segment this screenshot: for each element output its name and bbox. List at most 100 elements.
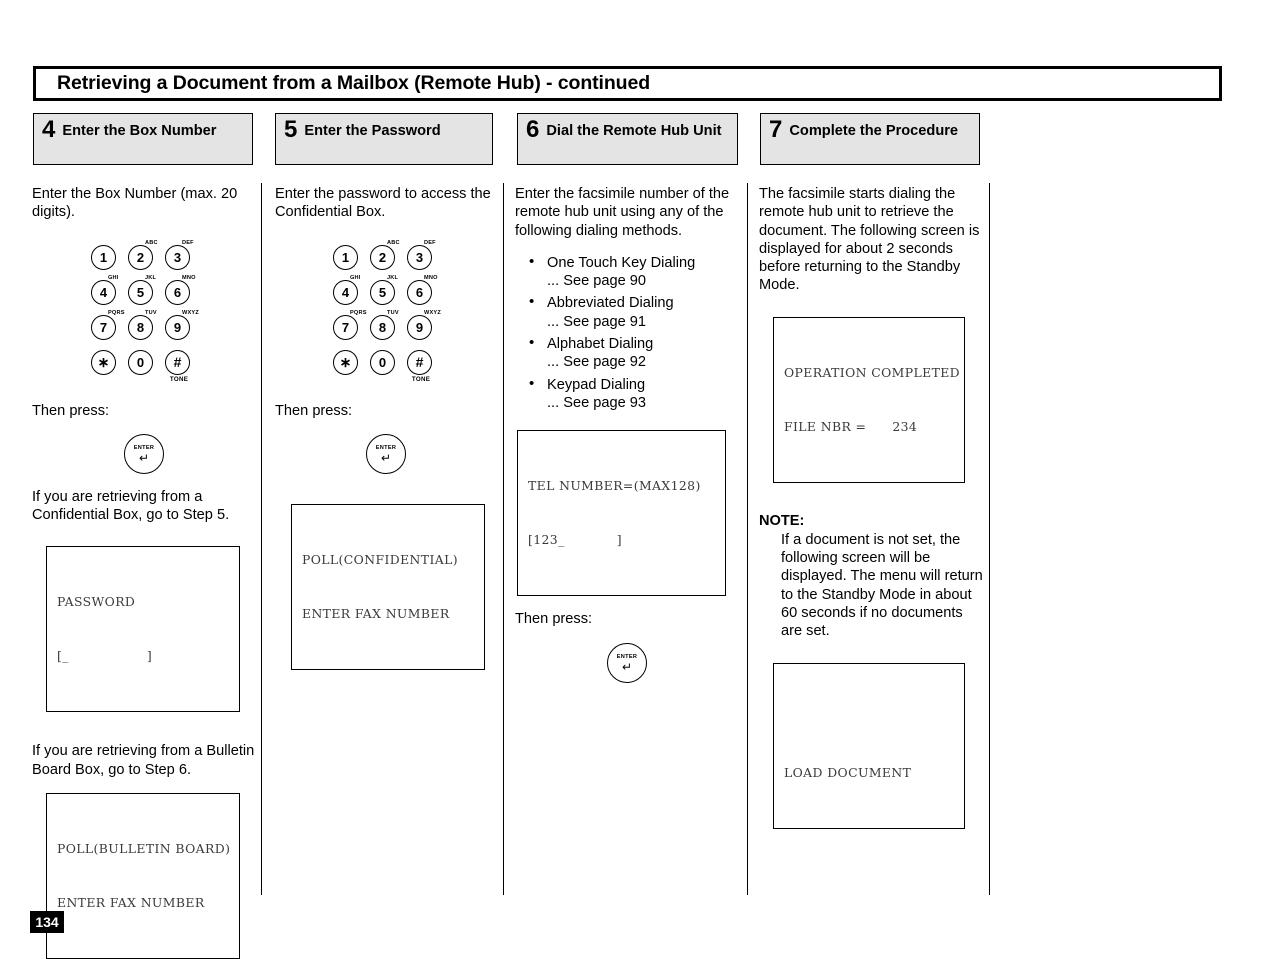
keypad-key-8[interactable]: 8 TUV <box>367 310 402 345</box>
step-header-7: 7 Complete the Procedure <box>760 113 980 165</box>
then-press-label: Then press: <box>32 402 110 419</box>
step4-bulletin-text: If you are retrieving from a Bulletin Bo… <box>32 743 255 778</box>
list-item: • Alphabet Dialing ... See page 92 <box>515 334 741 372</box>
key-label: 3 <box>165 244 190 270</box>
method-reference: ... See page 90 <box>547 273 646 290</box>
lcd-line-1: TEL NUMBER=(MAX128) <box>528 478 701 494</box>
then-press-label: Then press: <box>515 611 593 628</box>
key-letters-label: GHI <box>108 274 119 281</box>
keypad-key-2[interactable]: 2 ABC <box>367 240 402 275</box>
keypad-key-4[interactable]: 4 GHI <box>88 275 123 310</box>
keypad-key-9[interactable]: 9 WXYZ <box>162 310 199 345</box>
keypad-key-6[interactable]: 6 MNO <box>404 275 439 310</box>
keypad-key-6[interactable]: 6 MNO <box>162 275 197 310</box>
keypad-key-star[interactable]: ∗ <box>330 345 365 380</box>
step7-intro-text: The facsimile starts dialing the remote … <box>759 186 980 294</box>
method-reference: ... See page 92 <box>547 354 646 371</box>
keypad-row: 4 GHI 5 JKL 6 MNO <box>330 275 442 310</box>
keypad-row: 1 2 ABC 3 DEF <box>330 240 442 275</box>
list-item: • One Touch Key Dialing ... See page 90 <box>515 252 741 291</box>
keypad-key-9[interactable]: 9 WXYZ <box>404 310 441 345</box>
bullet-dot-icon: • <box>529 374 535 392</box>
keypad-key-0[interactable]: 0 <box>367 345 402 380</box>
bullet-dot-icon: • <box>529 252 535 270</box>
lcd-line-1: PASSWORD <box>57 594 136 610</box>
keypad-key-7[interactable]: 7 PQRS <box>330 309 367 345</box>
keypad-key-1[interactable]: 1 <box>88 240 123 275</box>
step-title: Enter the Box Number <box>62 123 217 139</box>
keypad-key-5[interactable]: 5 JKL <box>367 275 402 310</box>
enter-key-icon[interactable]: ENTER ↵ <box>124 433 164 474</box>
key-label: 0 <box>128 349 153 375</box>
key-label: 7 <box>333 314 358 340</box>
key-label: 2 <box>370 244 395 270</box>
key-letters-label: PQRS <box>108 309 125 316</box>
step6-intro-text: Enter the facsimile number of the remote… <box>515 186 730 239</box>
key-label: 8 <box>370 314 395 340</box>
note-label: NOTE: <box>759 512 805 529</box>
step4-confidential-text: If you are retrieving from a Confidentia… <box>32 488 230 524</box>
method-name: One Touch Key Dialing <box>547 254 696 271</box>
keypad-key-hash[interactable]: # TONE <box>404 345 439 383</box>
key-letters-label: JKL <box>145 274 157 281</box>
keypad-key-4[interactable]: 4 GHI <box>330 275 365 310</box>
enter-key-icon[interactable]: ENTER ↵ <box>607 642 647 683</box>
key-letters-label: TUV <box>387 309 399 316</box>
column-divider <box>261 183 263 895</box>
key-label: # <box>165 349 190 375</box>
bullet-dot-icon: • <box>529 293 535 311</box>
keypad-key-0[interactable]: 0 <box>125 345 160 380</box>
key-letters-label: TUV <box>145 309 157 316</box>
lcd-line-2: ENTER FAX NUMBER <box>57 895 205 911</box>
key-letters-label: JKL <box>387 274 399 281</box>
keypad-key-1[interactable]: 1 <box>330 240 365 275</box>
step-number: 5 <box>284 116 298 143</box>
key-label: 1 <box>91 244 116 270</box>
lcd-line-2: FILE NBR = 234 <box>784 418 918 434</box>
step-column-4: Enter the Box Number (max. 20 digits). 1… <box>32 185 256 959</box>
key-label: 5 <box>370 279 395 305</box>
step-title: Complete the Procedure <box>789 123 959 139</box>
step-header-6: 6 Dial the Remote Hub Unit <box>517 113 738 165</box>
lcd-load-document-screen: LOAD DOCUMENT <box>773 662 965 829</box>
key-letters-label: DEF <box>424 239 436 246</box>
key-letters-label: MNO <box>424 274 438 281</box>
lcd-poll-bulletin-screen: POLL(BULLETIN BOARD) ENTER FAX NUMBER <box>46 793 240 959</box>
column-divider <box>503 183 505 895</box>
keypad-key-star[interactable]: ∗ <box>88 345 123 380</box>
note-text: If a document is not set, the following … <box>781 531 983 640</box>
keypad-key-3[interactable]: 3 DEF <box>162 240 197 275</box>
numeric-keypad[interactable]: 1 2 ABC 3 DEF 4 GHI 5 JKL 6 MNO 7 PQRS 8 TUV 9 WXYZ ∗ 0 # TO… <box>330 240 442 383</box>
column-divider <box>747 183 749 895</box>
lcd-password-screen: PASSWORD [_ ] <box>46 546 240 713</box>
tone-label: TONE <box>411 375 431 383</box>
method-reference: ... See page 91 <box>547 313 646 330</box>
key-label: 4 <box>91 279 116 305</box>
key-label: 8 <box>128 314 153 340</box>
step-column-6: Enter the facsimile number of the remote… <box>515 185 741 683</box>
column-divider <box>989 183 991 895</box>
tone-label: TONE <box>169 375 189 383</box>
step-header-5: 5 Enter the Password <box>275 113 493 165</box>
keypad-key-3[interactable]: 3 DEF <box>404 240 439 275</box>
lcd-line-2: LOAD DOCUMENT <box>784 764 912 780</box>
key-label: 2 <box>128 244 153 270</box>
keypad-key-5[interactable]: 5 JKL <box>125 275 160 310</box>
key-label: 0 <box>370 349 395 375</box>
page-title-bar: Retrieving a Document from a Mailbox (Re… <box>33 66 1222 101</box>
keypad-key-8[interactable]: 8 TUV <box>125 310 160 345</box>
numeric-keypad[interactable]: 1 2 ABC 3 DEF 4 GHI 5 JKL 6 MNO 7 PQRS 8 TUV 9 WXYZ ∗ 0 # TO… <box>88 240 200 383</box>
key-letters-label: PQRS <box>350 309 367 316</box>
step-number: 4 <box>42 116 56 143</box>
step-title: Enter the Password <box>304 123 441 139</box>
list-item: • Abbreviated Dialing ... See page 91 <box>515 293 741 331</box>
key-label: ∗ <box>333 349 358 375</box>
then-press-label: Then press: <box>275 402 353 419</box>
keypad-key-7[interactable]: 7 PQRS <box>88 309 125 345</box>
keypad-row: 7 PQRS 8 TUV 9 WXYZ <box>330 310 442 345</box>
enter-key-icon[interactable]: ENTER ↵ <box>366 433 406 474</box>
keypad-key-2[interactable]: 2 ABC <box>125 240 160 275</box>
lcd-poll-confidential-screen: POLL(CONFIDENTIAL) ENTER FAX NUMBER <box>291 503 485 670</box>
step-column-7: The facsimile starts dialing the remote … <box>759 185 985 829</box>
keypad-key-hash[interactable]: # TONE <box>162 345 197 383</box>
